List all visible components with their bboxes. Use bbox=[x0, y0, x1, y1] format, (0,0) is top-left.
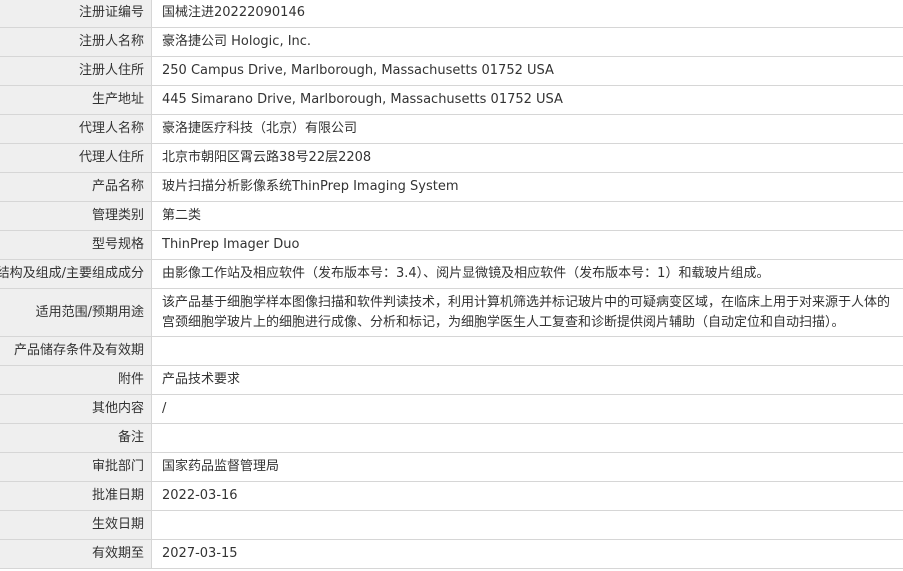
table-row: 批准日期 2022-03-16 bbox=[0, 481, 903, 511]
registration-detail-table: 注册证编号 国械注进20222090146 注册人名称 豪洛捷公司 Hologi… bbox=[0, 0, 903, 569]
table-row: 生产地址 445 Simarano Drive, Marlborough, Ma… bbox=[0, 85, 903, 115]
field-label-attachments: 附件 bbox=[0, 365, 152, 395]
field-label-storage-conditions: 产品储存条件及有效期 bbox=[0, 336, 152, 366]
field-value-product-name: 玻片扫描分析影像系统ThinPrep Imaging System bbox=[151, 172, 903, 202]
table-row: 管理类别 第二类 bbox=[0, 201, 903, 231]
field-label-registration-number: 注册证编号 bbox=[0, 0, 152, 28]
field-label-product-name: 产品名称 bbox=[0, 172, 152, 202]
field-label-remarks: 备注 bbox=[0, 423, 152, 453]
table-row: 产品名称 玻片扫描分析影像系统ThinPrep Imaging System bbox=[0, 172, 903, 202]
table-row: 代理人名称 豪洛捷医疗科技（北京）有限公司 bbox=[0, 114, 903, 144]
field-value-registrant-name: 豪洛捷公司 Hologic, Inc. bbox=[151, 27, 903, 57]
field-label-management-class: 管理类别 bbox=[0, 201, 152, 231]
table-row: 结构及组成/主要组成成分 由影像工作站及相应软件（发布版本号：3.4）、阅片显微… bbox=[0, 259, 903, 289]
field-value-storage-conditions bbox=[151, 336, 903, 366]
field-label-structure-composition: 结构及组成/主要组成成分 bbox=[0, 259, 152, 289]
table-row: 产品储存条件及有效期 bbox=[0, 336, 903, 366]
field-value-attachments: 产品技术要求 bbox=[151, 365, 903, 395]
table-row: 注册人名称 豪洛捷公司 Hologic, Inc. bbox=[0, 27, 903, 57]
field-value-model-spec: ThinPrep Imager Duo bbox=[151, 230, 903, 260]
field-label-production-address: 生产地址 bbox=[0, 85, 152, 115]
field-label-expiry-date: 有效期至 bbox=[0, 539, 152, 569]
field-value-registrant-address: 250 Campus Drive, Marlborough, Massachus… bbox=[151, 56, 903, 86]
table-row: 生效日期 bbox=[0, 510, 903, 540]
field-label-agent-address: 代理人住所 bbox=[0, 143, 152, 173]
field-value-intended-use: 该产品基于细胞学样本图像扫描和软件判读技术，利用计算机筛选并标记玻片中的可疑病变… bbox=[151, 288, 903, 337]
field-value-structure-composition: 由影像工作站及相应软件（发布版本号：3.4）、阅片显微镜及相应软件（发布版本号：… bbox=[151, 259, 903, 289]
table-row: 其他内容 / bbox=[0, 394, 903, 424]
field-value-remarks bbox=[151, 423, 903, 453]
field-value-effective-date bbox=[151, 510, 903, 540]
field-label-agent-name: 代理人名称 bbox=[0, 114, 152, 144]
field-value-expiry-date: 2027-03-15 bbox=[151, 539, 903, 569]
table-row: 备注 bbox=[0, 423, 903, 453]
field-label-other-content: 其他内容 bbox=[0, 394, 152, 424]
table-row: 注册人住所 250 Campus Drive, Marlborough, Mas… bbox=[0, 56, 903, 86]
field-value-agent-address: 北京市朝阳区霄云路38号22层2208 bbox=[151, 143, 903, 173]
table-row: 有效期至 2027-03-15 bbox=[0, 539, 903, 569]
table-row: 附件 产品技术要求 bbox=[0, 365, 903, 395]
field-value-management-class: 第二类 bbox=[151, 201, 903, 231]
field-value-other-content: / bbox=[151, 394, 903, 424]
field-label-approval-department: 审批部门 bbox=[0, 452, 152, 482]
field-value-registration-number: 国械注进20222090146 bbox=[151, 0, 903, 28]
field-label-intended-use: 适用范围/预期用途 bbox=[0, 288, 152, 337]
field-label-approval-date: 批准日期 bbox=[0, 481, 152, 511]
field-value-approval-date: 2022-03-16 bbox=[151, 481, 903, 511]
field-value-production-address: 445 Simarano Drive, Marlborough, Massach… bbox=[151, 85, 903, 115]
table-row: 型号规格 ThinPrep Imager Duo bbox=[0, 230, 903, 260]
field-label-model-spec: 型号规格 bbox=[0, 230, 152, 260]
field-label-registrant-name: 注册人名称 bbox=[0, 27, 152, 57]
field-value-agent-name: 豪洛捷医疗科技（北京）有限公司 bbox=[151, 114, 903, 144]
table-row: 适用范围/预期用途 该产品基于细胞学样本图像扫描和软件判读技术，利用计算机筛选并… bbox=[0, 288, 903, 337]
field-value-approval-department: 国家药品监督管理局 bbox=[151, 452, 903, 482]
table-row: 注册证编号 国械注进20222090146 bbox=[0, 0, 903, 28]
field-label-registrant-address: 注册人住所 bbox=[0, 56, 152, 86]
field-label-effective-date: 生效日期 bbox=[0, 510, 152, 540]
table-row: 审批部门 国家药品监督管理局 bbox=[0, 452, 903, 482]
table-row: 代理人住所 北京市朝阳区霄云路38号22层2208 bbox=[0, 143, 903, 173]
